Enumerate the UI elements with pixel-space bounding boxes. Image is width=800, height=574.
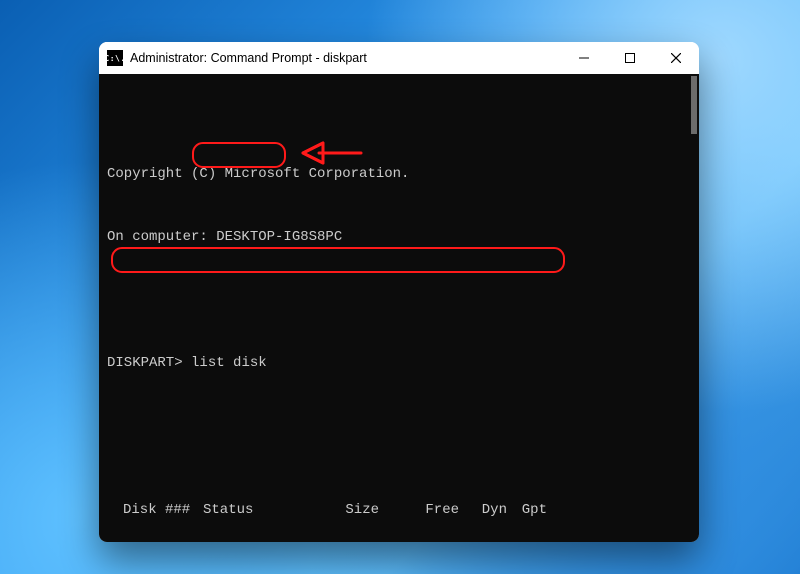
cmd-icon: C:\.: [107, 50, 123, 66]
window-title: Administrator: Command Prompt - diskpart: [130, 51, 367, 65]
copyright-line: Copyright (C) Microsoft Corporation.: [107, 164, 691, 185]
prompt-label: DISKPART>: [107, 355, 183, 371]
table-header: Disk ###StatusSizeFreeDynGpt: [107, 500, 691, 521]
col-free: Free: [379, 500, 459, 521]
maximize-icon: [625, 53, 635, 63]
cmd-window: C:\. Administrator: Command Prompt - dis…: [99, 42, 699, 542]
maximize-button[interactable]: [607, 42, 653, 74]
col-dyn: Dyn: [459, 500, 507, 521]
annotation-row-highlight: [111, 247, 565, 273]
computer-line: On computer: DESKTOP-IG8S8PC: [107, 227, 691, 248]
blank-line: [107, 416, 691, 437]
terminal-area[interactable]: Copyright (C) Microsoft Corporation. On …: [99, 74, 699, 542]
close-icon: [671, 53, 681, 63]
minimize-icon: [579, 53, 589, 63]
blank-line: [107, 290, 691, 311]
prompt-line-1: DISKPART> list disk: [107, 353, 691, 374]
col-disk: Disk ###: [123, 500, 203, 521]
col-size: Size: [307, 500, 379, 521]
close-button[interactable]: [653, 42, 699, 74]
typed-command: list disk: [191, 355, 267, 371]
col-gpt: Gpt: [507, 500, 547, 521]
scrollbar-thumb[interactable]: [691, 76, 697, 134]
titlebar[interactable]: C:\. Administrator: Command Prompt - dis…: [99, 42, 699, 74]
desktop-wallpaper: C:\. Administrator: Command Prompt - dis…: [0, 0, 800, 574]
col-status: Status: [203, 500, 307, 521]
minimize-button[interactable]: [561, 42, 607, 74]
